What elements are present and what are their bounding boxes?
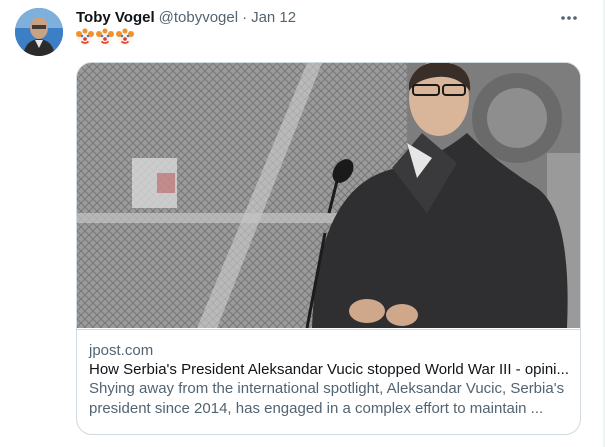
clown-face-icon (96, 28, 114, 45)
avatar[interactable] (15, 8, 63, 56)
more-horizontal-icon (561, 16, 577, 20)
clown-face-icon (76, 28, 94, 45)
card-description: Shying away from the international spotl… (89, 380, 565, 417)
card-title[interactable]: How Serbia's President Aleksandar Vucic … (89, 360, 570, 379)
more-options-button[interactable] (559, 8, 579, 28)
clown-face-icon (116, 28, 134, 45)
author-handle[interactable]: @tobyvogel (159, 9, 238, 26)
avatar-photo (15, 8, 63, 56)
author-name[interactable]: Toby Vogel (76, 9, 155, 26)
card-domain: jpost.com (89, 342, 154, 359)
card-image[interactable] (77, 63, 580, 328)
tweet-text (76, 28, 134, 48)
tweet[interactable]: Toby Vogel @tobyvogel · Jan 12 jpost.com… (0, 0, 605, 447)
card-text[interactable]: jpost.com How Serbia's President Aleksan… (77, 329, 580, 434)
separator-dot: · (242, 9, 248, 26)
tweet-header: Toby Vogel @tobyvogel · Jan 12 (76, 9, 585, 27)
link-preview-card[interactable]: jpost.com How Serbia's President Aleksan… (76, 62, 581, 435)
card-photo (77, 63, 580, 328)
tweet-date[interactable]: Jan 12 (251, 9, 296, 26)
